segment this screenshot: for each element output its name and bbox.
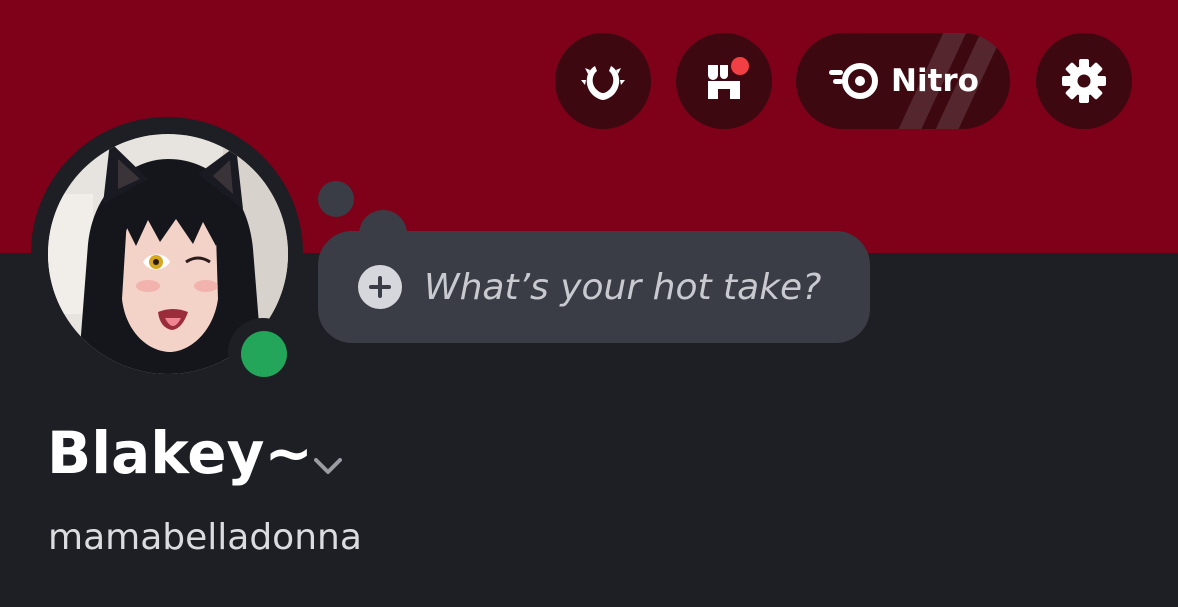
nitro-label: Nitro — [891, 63, 979, 99]
quests-button[interactable] — [555, 33, 651, 129]
status-prompt-button[interactable]: What’s your hot take? — [318, 231, 870, 343]
display-name: Blakey~ — [47, 419, 313, 487]
online-status-indicator — [241, 331, 287, 377]
nitro-icon — [829, 63, 878, 99]
laurel-wreath-icon — [581, 66, 625, 100]
notification-dot — [728, 54, 752, 78]
settings-button[interactable] — [1036, 33, 1132, 129]
status-prompt-placeholder: What’s your hot take? — [424, 266, 822, 308]
chevron-down-icon[interactable] — [308, 446, 348, 486]
thought-bubble-dot — [318, 181, 354, 217]
shop-button[interactable] — [676, 33, 772, 129]
username: mamabelladonna — [48, 517, 362, 558]
gear-icon — [1062, 59, 1106, 103]
nitro-button[interactable]: Nitro — [796, 33, 1010, 129]
plus-circle-icon — [358, 265, 402, 309]
